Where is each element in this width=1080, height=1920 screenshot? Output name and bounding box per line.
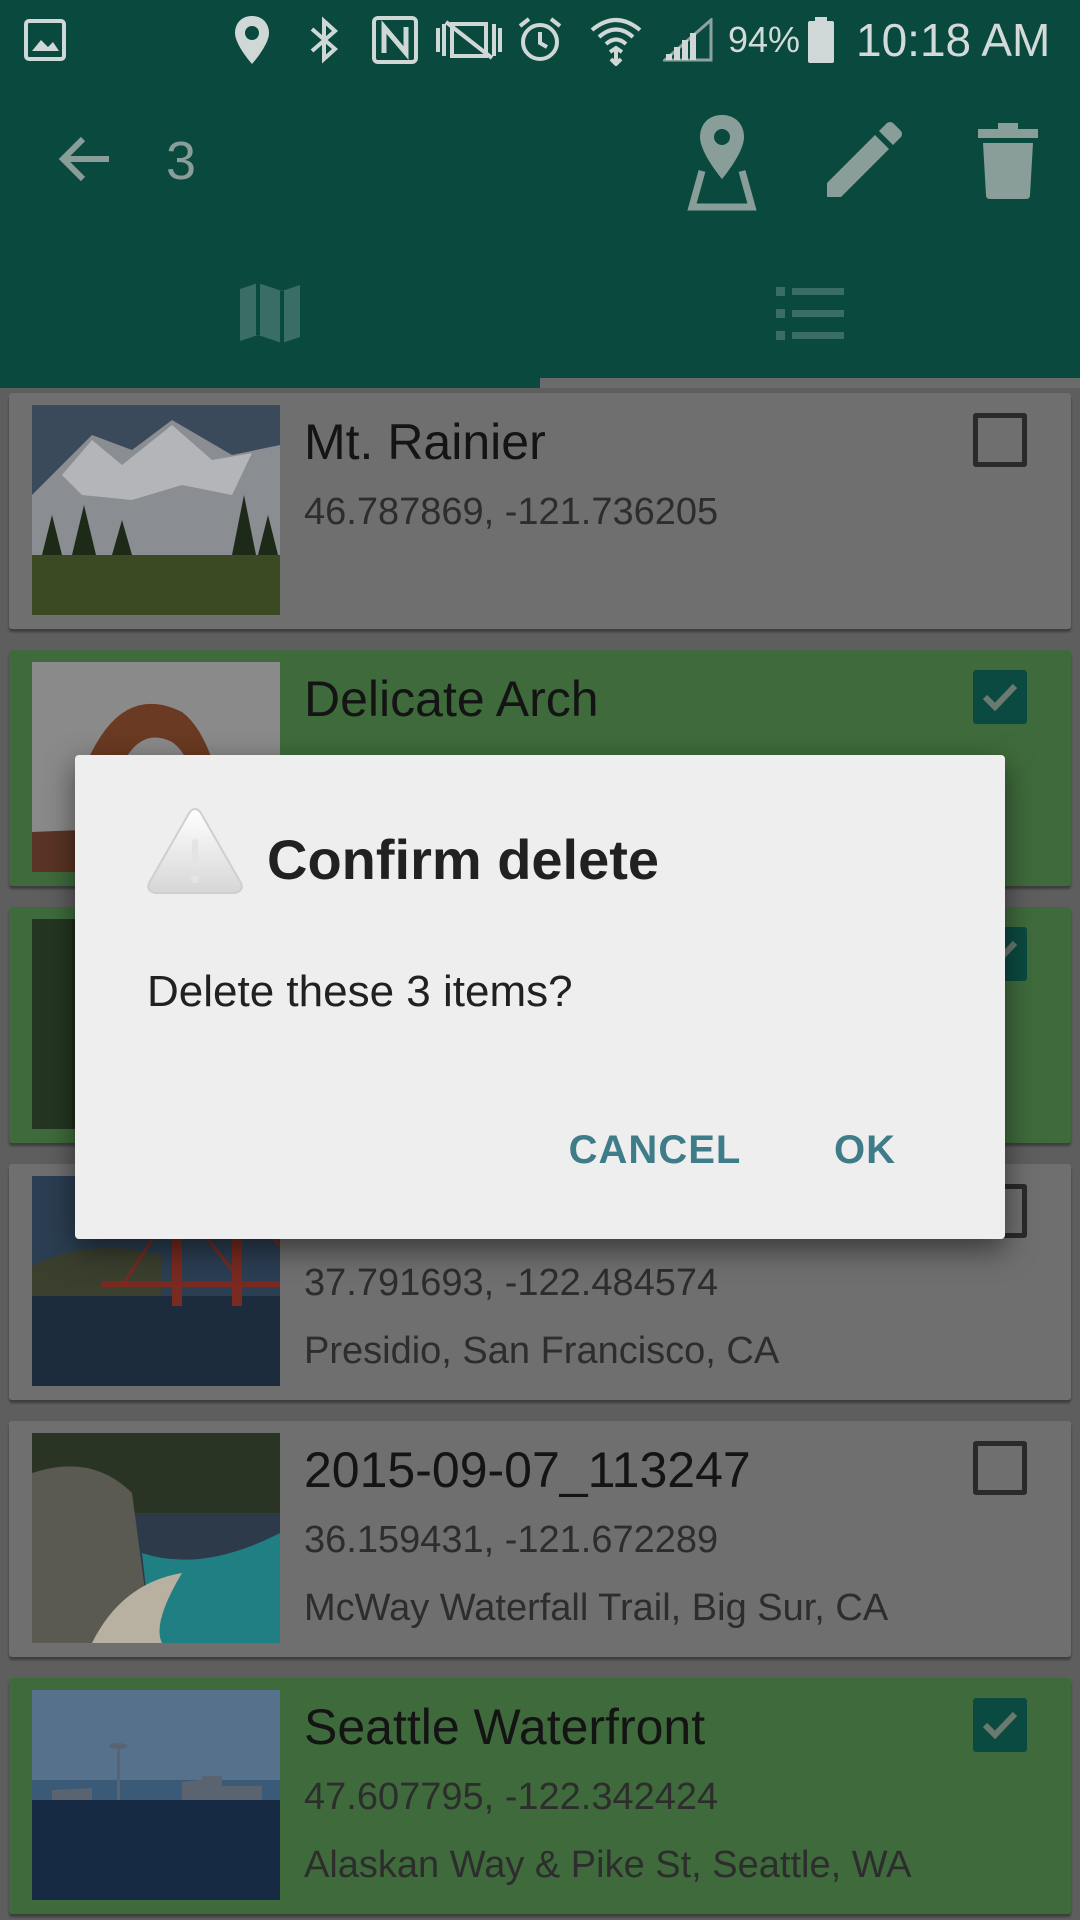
item-address: McWay Waterfall Trail, Big Sur, CA	[304, 1587, 889, 1629]
item-title: 2015-09-07_113247	[304, 1442, 751, 1498]
map-pin-icon[interactable]	[672, 106, 772, 216]
confirm-delete-dialog: Confirm delete Delete these 3 items? CAN…	[75, 755, 1005, 1239]
view-tabs	[0, 242, 1080, 388]
item-address: Presidio, San Francisco, CA	[304, 1330, 780, 1372]
item-address: Alaskan Way & Pike St, Seattle, WA	[304, 1844, 912, 1886]
thumbnail-mountain	[32, 405, 280, 615]
dialog-title: Confirm delete	[267, 828, 660, 891]
list-item[interactable]: 2015-09-07_113247 36.159431, -121.672289…	[9, 1421, 1071, 1657]
list-item[interactable]: Mt. Rainier 46.787869, -121.736205	[9, 393, 1071, 629]
dialog-message: Delete these 3 items?	[147, 967, 573, 1016]
warning-icon	[145, 805, 245, 897]
selected-count: 3	[166, 131, 197, 191]
tab-map[interactable]	[0, 242, 540, 388]
item-coordinates: 47.607795, -122.342424	[304, 1776, 719, 1818]
item-title: Seattle Waterfront	[304, 1699, 706, 1755]
tab-list[interactable]	[540, 242, 1080, 388]
image-icon	[18, 14, 72, 66]
bluetooth-icon	[302, 14, 346, 66]
wifi-icon	[586, 14, 646, 66]
thumbnail-skyline	[32, 1690, 280, 1900]
location-pin-icon	[228, 14, 276, 66]
battery-icon	[806, 14, 836, 66]
battery-percent: 94%	[728, 19, 801, 60]
cancel-button[interactable]: CANCEL	[565, 1115, 745, 1185]
alarm-icon	[514, 14, 566, 66]
item-checkbox[interactable]	[973, 413, 1027, 467]
delete-icon[interactable]	[968, 116, 1048, 206]
action-bar: 3	[0, 80, 1080, 242]
item-checkbox[interactable]	[973, 1698, 1027, 1752]
item-checkbox[interactable]	[973, 1441, 1027, 1495]
clock: 10:18 AM	[856, 14, 1051, 66]
item-coordinates: 37.791693, -122.484574	[304, 1262, 719, 1304]
map-icon	[236, 279, 304, 352]
nfc-icon	[368, 14, 422, 66]
list-item[interactable]: Seattle Waterfront 47.607795, -122.34242…	[9, 1678, 1071, 1914]
list-icon	[776, 285, 844, 346]
tab-indicator	[540, 378, 1080, 388]
cell-signal-icon	[660, 14, 716, 66]
item-title: Mt. Rainier	[304, 414, 546, 470]
ok-button[interactable]: OK	[805, 1115, 925, 1185]
status-bar: 94% 10:18 AM	[0, 0, 1080, 80]
thumbnail-waterfall	[32, 1433, 280, 1643]
item-checkbox[interactable]	[973, 670, 1027, 724]
item-coordinates: 46.787869, -121.736205	[304, 491, 719, 533]
edit-icon[interactable]	[818, 116, 908, 206]
item-title: Delicate Arch	[304, 671, 599, 727]
vibrate-mute-icon	[432, 14, 506, 66]
back-arrow-icon[interactable]	[50, 124, 120, 194]
item-coordinates: 36.159431, -121.672289	[304, 1519, 719, 1561]
